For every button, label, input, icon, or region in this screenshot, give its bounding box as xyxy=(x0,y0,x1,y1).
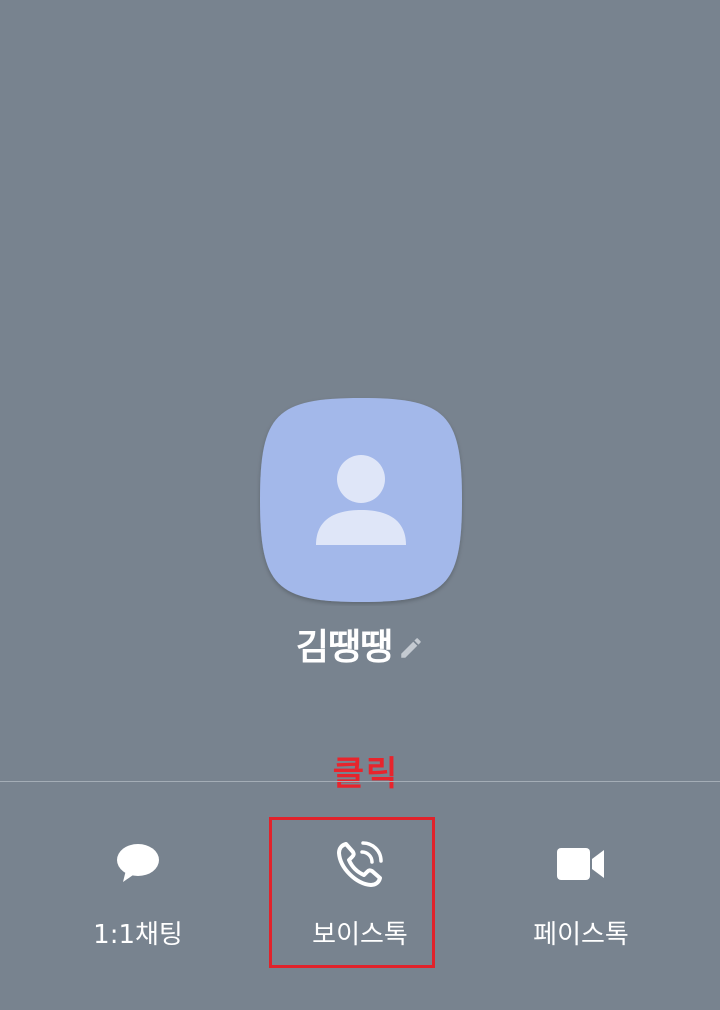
voice-talk-label: 보이스톡 xyxy=(312,920,408,950)
speech-bubble-icon xyxy=(112,838,164,890)
profile-name: 김땡땡 xyxy=(295,627,393,668)
face-talk-button[interactable]: 페이스톡 xyxy=(491,830,671,960)
face-talk-label: 페이스톡 xyxy=(533,920,629,950)
click-annotation: 클릭 xyxy=(332,754,400,794)
profile-name-row: 김땡땡 xyxy=(0,622,720,674)
phone-icon xyxy=(334,838,386,890)
chat-label: 1:1채팅 xyxy=(93,920,183,950)
divider xyxy=(0,781,720,782)
chat-button[interactable]: 1:1채팅 xyxy=(48,830,228,960)
voice-talk-button[interactable]: 보이스톡 xyxy=(270,830,450,960)
profile-avatar[interactable] xyxy=(256,394,466,606)
person-avatar-icon xyxy=(260,398,462,602)
video-camera-icon xyxy=(555,838,607,890)
pencil-icon[interactable] xyxy=(398,635,424,661)
